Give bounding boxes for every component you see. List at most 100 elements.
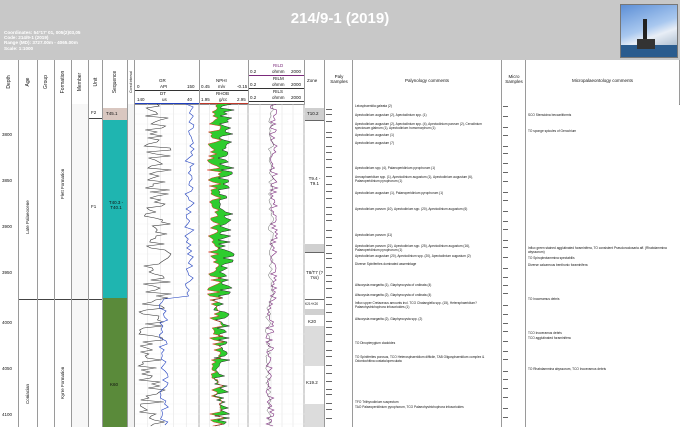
sample-tick (326, 281, 332, 282)
sample-tick (503, 106, 508, 107)
sample-tick (503, 135, 508, 136)
header-gr-dt: GR 0 API 150 DT 140 us 40 (135, 60, 200, 105)
paly-comment: TO Spiniferites porosus, TCO Heterosphae… (355, 355, 485, 363)
formation-track: Flett Formation Kyrre Formation (55, 104, 72, 427)
depth-tick-label: 4000 (2, 320, 13, 325)
paly-comment: Diverse Spiniferites dominated assemblag… (355, 262, 417, 266)
sample-tick (326, 288, 332, 289)
micro-comment: TO Inoceramus debris (528, 297, 560, 301)
paly-comment: Alisocysta margarita (2), Glaphyrocysta … (355, 293, 432, 297)
sample-tick (503, 417, 508, 418)
paly-comment: Apectodinium spp. (4), Palaeoperidinium … (355, 166, 436, 170)
paly-comment: Apectodinium augustum (7) (355, 141, 394, 145)
sample-tick (326, 198, 332, 199)
group-track (38, 104, 55, 427)
sample-tick (326, 245, 332, 246)
header-zone: Zone (305, 60, 325, 105)
sample-tick (503, 153, 508, 154)
sequence-band (103, 298, 127, 427)
sample-tick (326, 365, 332, 366)
unit-track: F2 F1 (89, 104, 103, 427)
header-age: Age (19, 60, 38, 105)
header-nphi-rhob: NPHI 0.45 m/v -0.15 RHOB 1.95 g/cc 2.95 (200, 60, 249, 105)
sample-tick (326, 258, 332, 259)
header-paly-samples: Paly Samples (325, 60, 353, 105)
header-micro-samples: Micro Samples (502, 60, 526, 105)
paly-comment: Apectodinium augustum (20), Apectodinium… (355, 254, 471, 258)
age-label-coniacian: Coniacian (25, 383, 30, 404)
sample-tick (503, 314, 508, 315)
micro-comment: Influx green stained agglutinated forami… (528, 246, 667, 254)
sample-tick (326, 253, 332, 254)
sample-tick (503, 192, 508, 193)
sample-tick (503, 408, 508, 409)
depth-tick-label: 3800 (2, 132, 13, 137)
sample-tick (326, 275, 332, 276)
sample-tick (326, 267, 332, 268)
sample-tick (326, 403, 332, 404)
header-paly-comments: Palynology comments (353, 60, 502, 105)
zone-label: T9.4 - T9.1 (308, 176, 321, 186)
sample-tick (503, 211, 508, 212)
header-group: Group (38, 60, 55, 105)
sample-tick (326, 184, 332, 185)
depth-track: 3800 3850 3900 3950 4000 4050 4100 (0, 104, 19, 427)
paly-comment: Alisocysta margarita (2), Glaphyrocysta … (355, 317, 423, 321)
micro-samples-track (502, 104, 526, 427)
paly-samples-track (325, 104, 353, 427)
sample-tick (503, 371, 508, 372)
header-unit: Unit (89, 60, 103, 105)
sample-tick (326, 297, 332, 298)
zone-label: T8/T7 (?7ss) (306, 270, 324, 280)
sample-tick (326, 214, 332, 215)
zone-label: T10.2 (307, 111, 319, 116)
micro-comment: TO Spiroplectammina spectabilis (528, 256, 575, 260)
sample-tick (503, 351, 508, 352)
paly-comment: Influx upper Cretaceous amounts incl. TC… (355, 301, 477, 309)
zone-label: K19.2 (306, 380, 318, 385)
header-resistivity: RILD 0.2 ohmm 2000 RILM 0.2 ohmm 2000 RI… (249, 60, 305, 105)
sample-tick (326, 230, 332, 231)
sample-tick (503, 379, 508, 380)
sample-tick (326, 167, 332, 168)
age-track: Late Palaeocene Coniacian (19, 104, 38, 427)
dt-curve (158, 104, 195, 426)
paly-comment: Apectodinium augustum (2), Apectodinium … (355, 113, 427, 117)
paly-comments-track: Leiosphaeridia galeata (2) Apectodinium … (353, 104, 502, 427)
sample-tick (503, 163, 508, 164)
sample-tick (503, 341, 508, 342)
sample-tick (326, 220, 332, 221)
header-sequence: Sequence (103, 60, 128, 105)
sample-tick (503, 116, 508, 117)
sample-tick (326, 137, 332, 138)
sample-tick (503, 247, 508, 248)
micro-comments-track: SCO Stensioina beccariiformis TO sponge … (526, 104, 679, 427)
micro-comment: TO sponge spicules of Gerochium (528, 129, 577, 133)
info-scale: Scale: 1:1000 (4, 45, 34, 51)
paly-comment: Apectodinium parvum (21), Apectodinium s… (355, 244, 470, 252)
sample-tick (503, 268, 508, 269)
sample-tick (326, 373, 332, 374)
sample-tick (503, 397, 508, 398)
company-logo-image (620, 4, 678, 58)
sequence-label: K60 (110, 382, 119, 387)
sample-tick (503, 331, 508, 332)
sample-tick (326, 109, 332, 110)
sample-tick (326, 114, 332, 115)
micro-comment: TCO agglutinated foraminifera (528, 336, 571, 340)
sample-tick (326, 381, 332, 382)
sample-tick (326, 409, 332, 410)
sample-tick (326, 389, 332, 390)
sample-tick (503, 359, 508, 360)
header-depth: Depth (0, 60, 19, 105)
sample-tick (326, 356, 332, 357)
micro-comment: Diverse calcareous benthonic foraminifer… (528, 263, 588, 267)
sample-tick (503, 221, 508, 222)
zone-track: T10.2 T9.4 - T9.1 T8/T7 (?7ss) K21+K20 K… (305, 104, 325, 427)
sequence-track: T45.1 T40.3 - T40.1 K60 (103, 104, 128, 427)
paly-comment: Apectodinium augustum (1), Palaeoperidin… (355, 191, 444, 195)
sample-tick (503, 293, 508, 294)
sample-tick (503, 305, 508, 306)
cored-interval-track (128, 104, 135, 427)
rild-curve (265, 104, 279, 427)
